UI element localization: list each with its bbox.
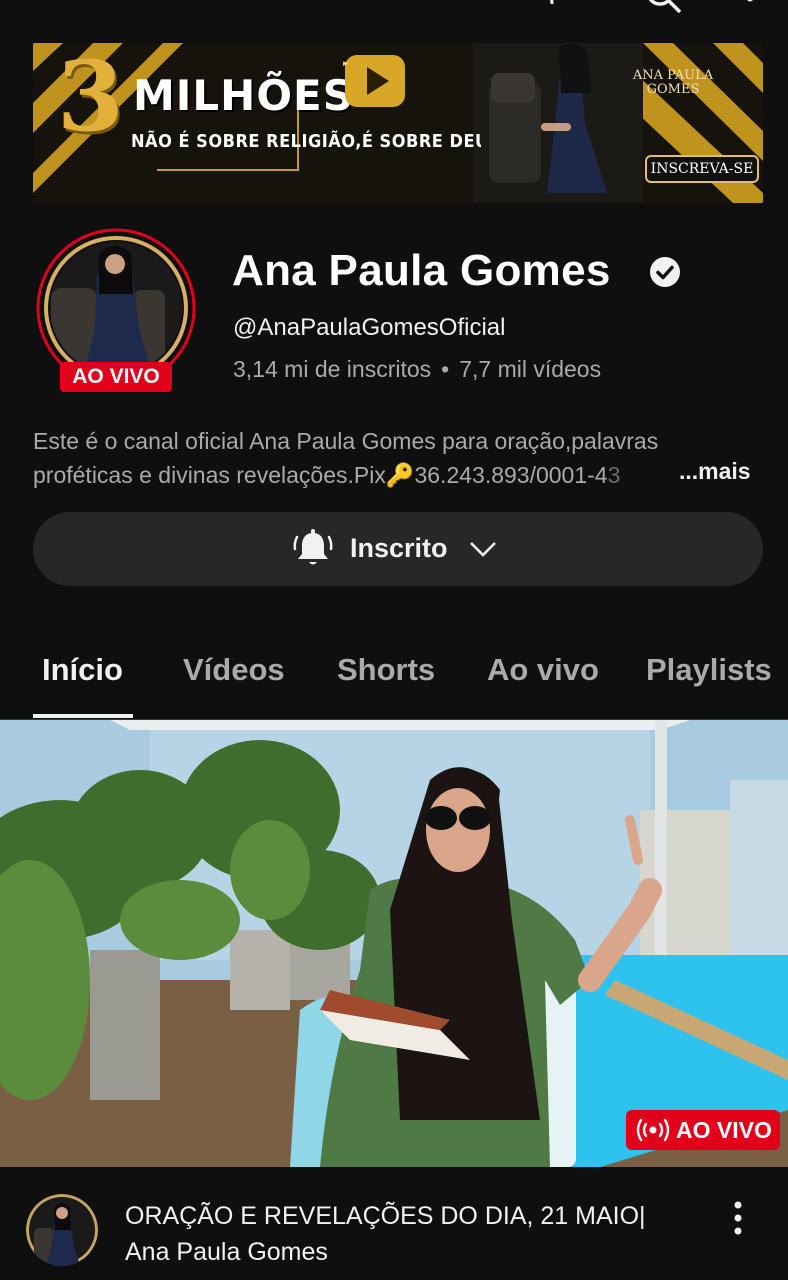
back-arrow-icon[interactable] — [38, 0, 56, 4]
thumbnail-image — [0, 720, 788, 1167]
channel-avatar[interactable]: AO VIVO — [33, 228, 199, 392]
search-icon[interactable] — [644, 0, 684, 14]
description-line2-fade: 3 — [607, 462, 621, 488]
banner-subscribe-cta: INSCREVA-SE — [645, 155, 759, 183]
active-tab-indicator — [33, 714, 133, 718]
video-title[interactable]: ORAÇÃO E REVELAÇÕES DO DIA, 21 MAIO| Ana… — [125, 1198, 685, 1270]
video-live-label: AO VIVO — [676, 1117, 772, 1143]
top-bar — [0, 0, 788, 20]
banner-big-number: 3 — [57, 43, 124, 153]
tab-inicio[interactable]: Início — [42, 652, 123, 688]
channel-stats: 3,14 mi de inscritos • 7,7 mil vídeos — [233, 356, 601, 383]
tab-videos[interactable]: Vídeos — [183, 652, 285, 688]
featured-video-thumbnail[interactable] — [0, 720, 788, 1167]
video-more-icon[interactable] — [728, 1198, 748, 1238]
banner-name-line2: GOMES — [646, 82, 700, 97]
description-line1: Este é o canal oficial Ana Paula Gomes p… — [33, 428, 659, 454]
verified-icon — [650, 257, 680, 287]
subscribed-button[interactable]: Inscrito — [33, 512, 763, 586]
video-count: 7,7 mil vídeos — [459, 356, 602, 382]
video-channel-avatar[interactable] — [26, 1194, 98, 1266]
stats-separator: • — [441, 356, 450, 382]
banner-name-line1: ANA PAULA — [632, 68, 714, 83]
video-avatar-image — [26, 1194, 98, 1266]
tab-ao-vivo[interactable]: Ao vivo — [487, 652, 599, 688]
banner-headline: MILHÕES — [133, 71, 354, 120]
channel-handle: @AnaPaulaGomesOficial — [233, 314, 506, 341]
subscriber-count: 3,14 mi de inscritos — [233, 356, 432, 382]
play-logo-icon — [343, 55, 405, 107]
channel-name: Ana Paula Gomes — [232, 246, 611, 295]
description-line2-text: proféticas e divinas revelações.Pix🔑36.2… — [33, 462, 608, 488]
chevron-down-icon — [470, 542, 496, 557]
tab-playlists[interactable]: Playlists — [646, 652, 772, 688]
video-title-line2: Ana Paula Gomes — [125, 1238, 328, 1266]
bell-icon — [293, 529, 333, 565]
description-line2: proféticas e divinas revelações.Pix🔑36.2… — [33, 458, 753, 492]
channel-description[interactable]: Este é o canal oficial Ana Paula Gomes p… — [33, 424, 753, 492]
subscribed-label: Inscrito — [350, 533, 448, 563]
channel-tabs: Início Vídeos Shorts Ao vivo Playlists — [0, 640, 788, 720]
banner-tagline: NÃO É SOBRE RELIGIÃO,É SOBRE DEUS. — [131, 131, 508, 152]
banner-name: ANA PAULA GOMES — [623, 69, 723, 97]
channel-banner: 3 MILHÕES NÃO É SOBRE RELIGIÃO,É SOBRE D… — [33, 43, 763, 203]
tab-shorts[interactable]: Shorts — [337, 652, 435, 688]
video-live-chip: AO VIVO — [626, 1110, 780, 1150]
more-vert-icon[interactable] — [744, 0, 756, 14]
video-title-line1: ORAÇÃO E REVELAÇÕES DO DIA, 21 MAIO| — [125, 1202, 646, 1230]
description-more-link[interactable]: ...mais — [679, 458, 751, 485]
live-waves-icon — [636, 1118, 670, 1142]
live-badge: AO VIVO — [60, 362, 172, 392]
cast-icon[interactable] — [540, 0, 584, 10]
banner-portrait — [481, 43, 641, 203]
